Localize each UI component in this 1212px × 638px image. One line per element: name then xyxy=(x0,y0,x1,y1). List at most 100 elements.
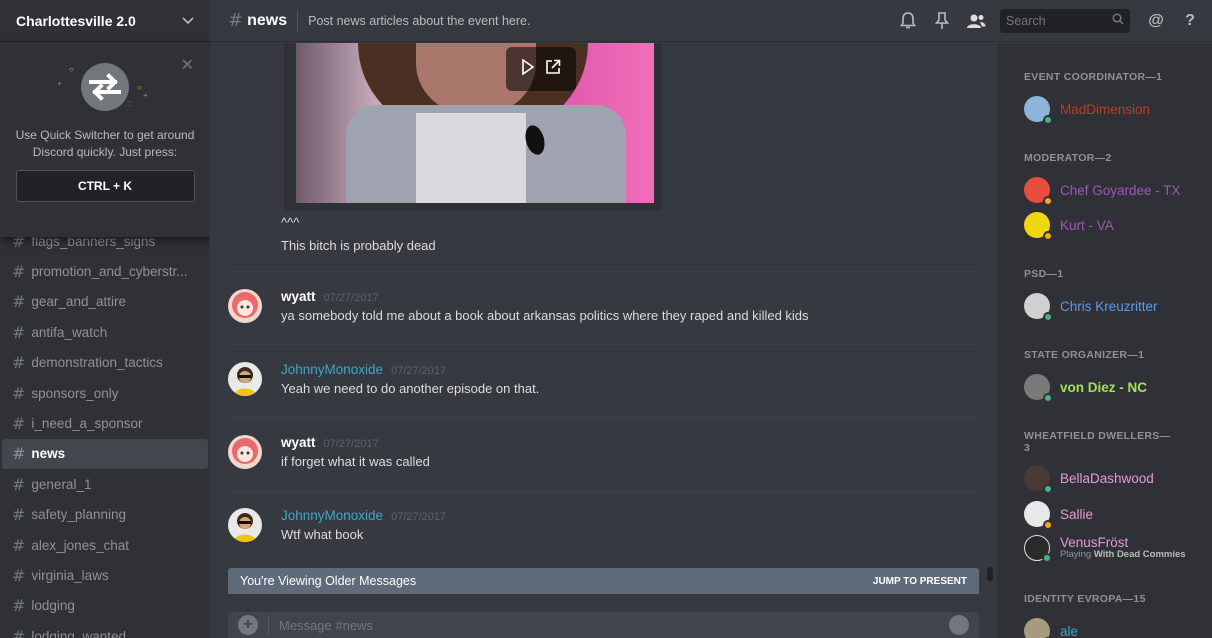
member-item[interactable]: Chef Goyardee - TX xyxy=(1024,175,1181,206)
pin-icon[interactable] xyxy=(930,9,954,33)
status-online-icon xyxy=(1043,393,1053,403)
upload-plus-icon[interactable]: + xyxy=(238,615,258,635)
avatar xyxy=(1024,501,1053,530)
channel-label: lodging_wanted xyxy=(31,628,126,638)
server-name: Charlottesville 2.0 xyxy=(16,12,136,29)
channel-item-i-need-a-sponsor[interactable]: # i_need_a_sponsor xyxy=(2,408,208,438)
members-icon[interactable] xyxy=(964,9,988,33)
channel-item-safety-planning[interactable]: # safety_planning xyxy=(2,500,208,530)
channel-item-alex-jones-chat[interactable]: # alex_jones_chat xyxy=(2,530,208,560)
hash-icon: # xyxy=(12,474,26,494)
avatar xyxy=(1024,374,1053,403)
member-item[interactable]: BellaDashwood xyxy=(1024,463,1154,494)
channel-item-demonstration-tactics[interactable]: # demonstration_tactics xyxy=(2,348,208,378)
video-controls xyxy=(506,47,576,91)
scroll-thumb[interactable] xyxy=(987,567,993,581)
channel-label: general_1 xyxy=(31,476,92,492)
avatar[interactable] xyxy=(228,508,262,542)
author-name[interactable]: wyatt xyxy=(281,435,316,450)
channel-label: promotion_and_cyberstr... xyxy=(31,264,188,280)
member-list: EVENT COORDINATOR—1 MadDimension MODERAT… xyxy=(997,43,1212,638)
channel-label: demonstration_tactics xyxy=(31,355,163,371)
role-header: IDENTITY EVROPA—15 xyxy=(1024,593,1146,605)
member-item[interactable]: VenusFröst Playing With Dead Commies xyxy=(1024,529,1186,569)
channel-item-lodging-wanted[interactable]: # lodging_wanted xyxy=(2,621,208,638)
status-online-icon xyxy=(1043,115,1053,125)
search-box[interactable] xyxy=(1000,9,1130,33)
server-header[interactable]: Charlottesville 2.0 xyxy=(0,0,210,42)
avatar xyxy=(1024,293,1053,322)
message-continuation: ^^^ xyxy=(281,215,300,230)
activity-game: With Dead Commies xyxy=(1093,549,1186,560)
member-name: Chef Goyardee - TX xyxy=(1060,182,1181,198)
channel-item-sponsors-only[interactable]: # sponsors_only xyxy=(2,378,208,408)
hash-icon: # xyxy=(12,565,26,585)
hash-icon: # xyxy=(12,444,26,464)
avatar[interactable] xyxy=(228,435,262,469)
member-name: MadDimension xyxy=(1060,101,1151,117)
emoji-icon[interactable] xyxy=(949,615,969,635)
channel-item-antifa-watch[interactable]: # antifa_watch xyxy=(2,317,208,347)
status-online-icon xyxy=(1043,484,1053,494)
channel-header: # news Post news articles about the even… xyxy=(210,0,1212,42)
swap-arrows-icon xyxy=(81,63,129,111)
close-icon[interactable]: ✕ xyxy=(181,55,194,75)
status-idle-icon xyxy=(1043,231,1053,241)
channel-label: gear_and_attire xyxy=(31,294,126,310)
search-icon xyxy=(1112,12,1124,30)
hash-icon: # xyxy=(12,414,26,434)
member-item[interactable]: Sallie xyxy=(1024,499,1094,530)
message-divider xyxy=(228,491,980,492)
mentions-icon[interactable]: @ xyxy=(1144,9,1168,33)
message-header: wyatt 07/27/2017 xyxy=(281,435,379,450)
avatar xyxy=(1024,96,1053,125)
member-item[interactable]: MadDimension xyxy=(1024,94,1151,125)
member-item[interactable]: ale xyxy=(1024,616,1078,638)
video-thumbnail[interactable] xyxy=(296,43,654,203)
channel-label: safety_planning xyxy=(31,507,126,523)
author-name[interactable]: JohnnyMonoxide xyxy=(281,508,383,523)
channel-item-general-1[interactable]: # general_1 xyxy=(2,469,208,499)
channel-item-promotion[interactable]: # promotion_and_cyberstr... xyxy=(2,256,208,286)
message-list: ^^^ This bitch is probably dead wyatt 07… xyxy=(228,43,980,568)
hash-icon: # xyxy=(228,10,244,31)
hash-icon: # xyxy=(12,322,26,342)
member-name: ale xyxy=(1060,623,1079,638)
message-continuation: This bitch is probably dead xyxy=(281,238,436,253)
avatar[interactable] xyxy=(228,289,262,323)
play-icon[interactable] xyxy=(521,57,535,80)
channel-item-virginia-laws[interactable]: # virginia_laws xyxy=(2,560,208,590)
external-link-icon[interactable] xyxy=(545,59,561,80)
author-name[interactable]: wyatt xyxy=(281,289,316,304)
avatar[interactable] xyxy=(228,362,262,396)
bell-icon[interactable] xyxy=(896,9,920,33)
channel-item-lodging[interactable]: # lodging xyxy=(2,591,208,621)
message-input[interactable] xyxy=(279,617,949,633)
member-item[interactable]: von Diez - NC xyxy=(1024,372,1147,403)
hash-icon: # xyxy=(12,383,26,403)
search-input[interactable] xyxy=(1006,14,1106,28)
role-header: WHEATFIELD DWELLERS—3 xyxy=(1024,430,1171,454)
channel-title: # news xyxy=(210,10,287,31)
author-name[interactable]: JohnnyMonoxide xyxy=(281,362,383,377)
help-icon[interactable]: ? xyxy=(1178,9,1202,33)
channel-item-gear-and-attire[interactable]: # gear_and_attire xyxy=(2,287,208,317)
message-divider xyxy=(228,271,980,272)
channel-label: antifa_watch xyxy=(31,324,108,340)
member-item[interactable]: Chris Kreuzritter xyxy=(1024,291,1158,322)
member-name: BellaDashwood xyxy=(1060,470,1154,486)
hash-icon: # xyxy=(12,262,26,282)
avatar xyxy=(1024,212,1053,241)
timestamp: 07/27/2017 xyxy=(323,438,379,450)
role-header: PSD—1 xyxy=(1024,268,1064,280)
status-online-icon xyxy=(1043,312,1053,322)
channel-item-news[interactable]: # news xyxy=(2,438,208,470)
member-item[interactable]: Kurt - VA xyxy=(1024,210,1114,241)
channel-list: # flags_banners_signs # promotion_and_cybe… xyxy=(0,226,210,638)
jump-to-present-button[interactable]: JUMP TO PRESENT xyxy=(873,576,967,587)
channel-label: news xyxy=(31,446,66,462)
chevron-down-icon[interactable] xyxy=(182,14,194,28)
scrollbar[interactable] xyxy=(987,50,993,581)
member-name: Sallie xyxy=(1060,506,1094,522)
hash-icon: # xyxy=(12,292,26,312)
